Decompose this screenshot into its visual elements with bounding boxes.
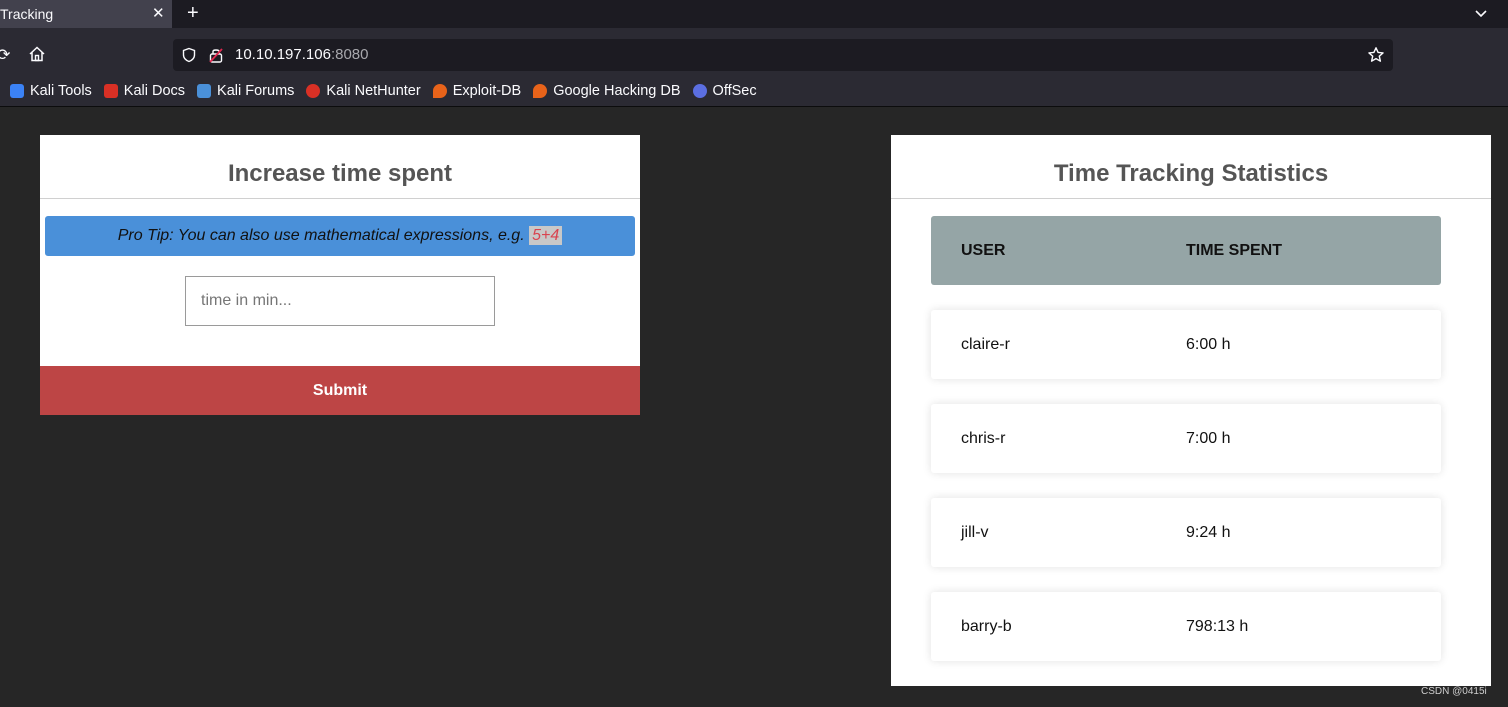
pro-tip-example: 5+4 bbox=[529, 226, 563, 245]
shield-icon[interactable] bbox=[181, 47, 197, 63]
time-input[interactable] bbox=[185, 276, 495, 326]
insecure-lock-icon[interactable] bbox=[209, 47, 223, 63]
address-bar[interactable]: 10.10.197.106:8080 bbox=[173, 39, 1393, 71]
navigation-toolbar: ⟳ 10.10.197.106:8080 Kali Tools Kali Doc… bbox=[0, 28, 1508, 107]
bookmarks-toolbar: Kali Tools Kali Docs Kali Forums Kali Ne… bbox=[10, 81, 769, 101]
table-row: barry-b 798:13 h bbox=[931, 592, 1441, 661]
google-hacking-db-icon bbox=[533, 84, 548, 98]
reload-icon[interactable]: ⟳ bbox=[0, 45, 10, 65]
table-header: USER TIME SPENT bbox=[931, 216, 1441, 285]
url-port: :8080 bbox=[330, 46, 369, 63]
new-tab-button[interactable]: + bbox=[187, 2, 199, 25]
bookmark-kali-nethunter[interactable]: Kali NetHunter bbox=[306, 83, 421, 99]
time-cell: 798:13 h bbox=[1186, 618, 1249, 635]
user-cell: claire-r bbox=[961, 336, 1010, 353]
increase-time-title: Increase time spent bbox=[40, 135, 640, 199]
bookmark-label: Exploit-DB bbox=[452, 83, 522, 99]
increase-time-title-text: Increase time spent bbox=[227, 160, 453, 187]
bookmark-label: OffSec bbox=[712, 83, 757, 99]
bookmark-exploit-db[interactable]: Exploit-DB bbox=[432, 83, 522, 99]
bookmark-label: Kali NetHunter bbox=[326, 83, 421, 99]
time-cell: 9:24 h bbox=[1186, 524, 1231, 541]
statistics-card: Time Tracking Statistics USER TIME SPENT… bbox=[891, 135, 1491, 686]
bookmark-label: Kali Docs bbox=[123, 83, 186, 99]
bookmark-kali-docs[interactable]: Kali Docs bbox=[103, 83, 186, 99]
bookmark-kali-tools[interactable]: Kali Tools bbox=[10, 83, 92, 99]
bookmark-label: Google Hacking DB bbox=[553, 83, 681, 99]
user-cell: chris-r bbox=[961, 430, 1006, 447]
bookmark-offsec[interactable]: OffSec bbox=[692, 83, 757, 99]
kali-tools-icon bbox=[10, 84, 24, 98]
kali-docs-icon bbox=[103, 84, 118, 98]
url-host: 10.10.197.106 bbox=[235, 46, 331, 63]
watermark: CSDN @0415i bbox=[1421, 686, 1487, 697]
bookmark-label: Kali Forums bbox=[217, 83, 295, 99]
tab-title: Tracking bbox=[0, 6, 54, 22]
url-text[interactable]: 10.10.197.106:8080 bbox=[235, 46, 368, 63]
statistics-title-text: Time Tracking Statistics bbox=[1053, 160, 1329, 187]
pro-tip-banner: Pro Tip: You can also use mathematical e… bbox=[45, 216, 635, 256]
submit-button[interactable]: Submit bbox=[40, 366, 640, 415]
user-cell: jill-v bbox=[961, 524, 989, 541]
increase-time-card: Increase time spent Pro Tip: You can als… bbox=[40, 135, 640, 415]
close-tab-icon[interactable]: ✕ bbox=[152, 4, 165, 22]
exploit-db-icon bbox=[432, 84, 447, 98]
bookmark-star-icon[interactable] bbox=[1367, 46, 1385, 64]
column-header-time-spent: TIME SPENT bbox=[1186, 242, 1283, 259]
chevron-down-icon[interactable] bbox=[1473, 5, 1489, 21]
statistics-title: Time Tracking Statistics bbox=[891, 135, 1491, 199]
table-row: chris-r 7:00 h bbox=[931, 404, 1441, 473]
user-cell: barry-b bbox=[961, 618, 1012, 635]
bookmark-kali-forums[interactable]: Kali Forums bbox=[197, 83, 294, 99]
kali-nethunter-icon bbox=[306, 84, 321, 98]
table-row: jill-v 9:24 h bbox=[931, 498, 1441, 567]
kali-forums-icon bbox=[197, 84, 212, 98]
time-cell: 7:00 h bbox=[1186, 430, 1231, 447]
time-cell: 6:00 h bbox=[1186, 336, 1231, 353]
browser-tab[interactable]: Tracking ✕ bbox=[0, 0, 172, 28]
column-header-user: USER bbox=[961, 242, 1006, 259]
bookmark-label: Kali Tools bbox=[30, 83, 92, 99]
tab-bar: Tracking ✕ + bbox=[0, 0, 1508, 28]
home-icon[interactable] bbox=[28, 45, 46, 63]
pro-tip-text: Pro Tip: You can also use mathematical e… bbox=[117, 227, 530, 244]
bookmark-google-hacking-db[interactable]: Google Hacking DB bbox=[533, 83, 681, 99]
table-row: claire-r 6:00 h bbox=[931, 310, 1441, 379]
offsec-icon bbox=[692, 84, 707, 98]
